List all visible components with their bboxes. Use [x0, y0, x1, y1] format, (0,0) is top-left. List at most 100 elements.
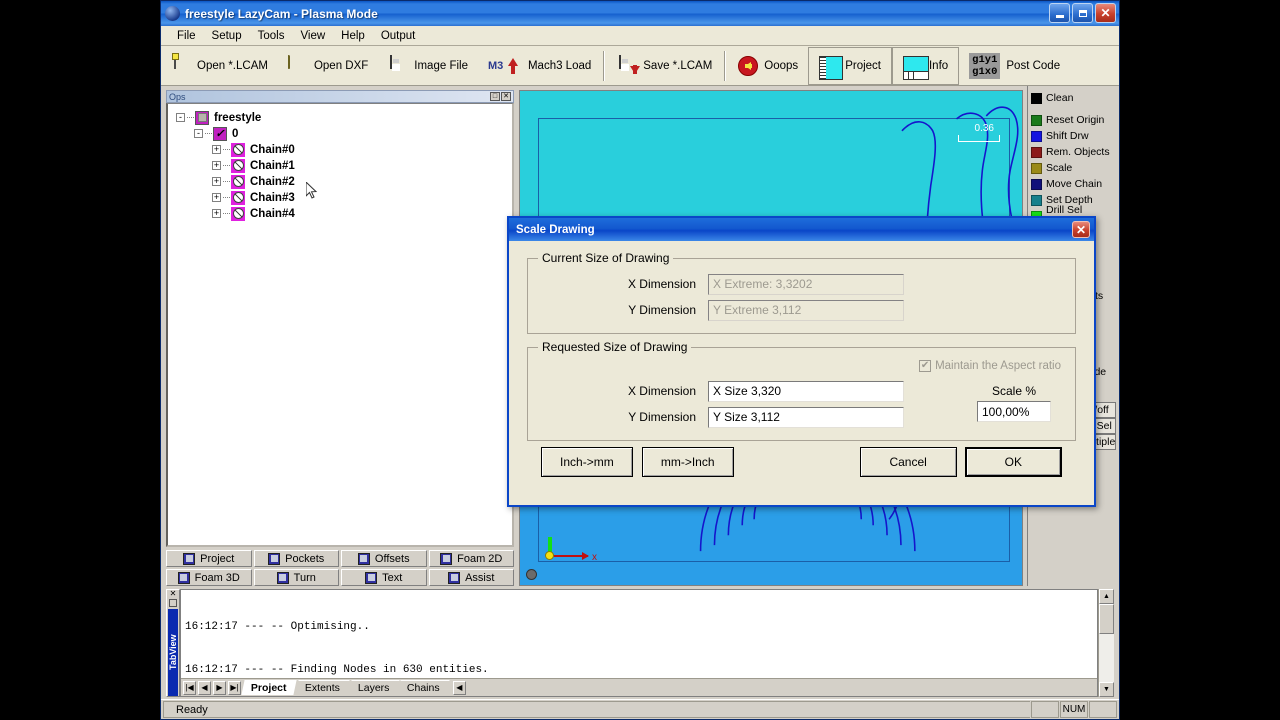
tree-expander-chain-0[interactable]: + [212, 145, 221, 154]
tree-expander-chain-1[interactable]: + [212, 161, 221, 170]
ops-tab-foam-3d[interactable]: Foam 3D [166, 569, 252, 586]
aspect-checkbox-icon[interactable]: ✔ [919, 360, 932, 372]
tree-expander-freestyle[interactable]: - [176, 113, 185, 122]
close-button[interactable]: ✕ [1095, 3, 1116, 23]
toolbar-post-code-button[interactable]: g1y1 g1x0 Post Code [959, 49, 1070, 83]
palette-move-chain[interactable]: Move Chain [1031, 176, 1117, 192]
tree-expander-chain-2[interactable]: + [212, 177, 221, 186]
log-tab-layers[interactable]: Layers [348, 680, 399, 695]
ops-restore-icon[interactable]: □ [490, 92, 500, 101]
toolbar-info-button[interactable]: Info [893, 49, 958, 83]
scroll-track[interactable] [1099, 604, 1114, 682]
palette-rem-objects[interactable]: Rem. Objects [1031, 144, 1117, 160]
palette-clean[interactable]: Clean [1031, 90, 1117, 106]
menu-view[interactable]: View [292, 28, 333, 44]
toolbar-ooops-button[interactable]: Ooops [728, 49, 808, 83]
palette-shift-drw[interactable]: Shift Drw [1031, 128, 1117, 144]
ops-tab-offsets[interactable]: Offsets [341, 550, 427, 567]
ops-tab-text-label: Text [382, 571, 403, 584]
ops-tab-project[interactable]: Project [166, 550, 252, 567]
log-nav-first-button[interactable]: |◀ [183, 680, 196, 695]
toolbar-post-code-label: Post Code [1006, 59, 1061, 72]
minimize-button[interactable] [1049, 3, 1070, 23]
log-lines: 16:12:17 --- -- Optimising.. 16:12:17 --… [181, 590, 1097, 678]
tree-swatch-chain-1[interactable] [231, 158, 245, 173]
ok-button[interactable]: OK [964, 447, 1062, 477]
tree-swatch-chain-2[interactable] [231, 174, 245, 189]
inch-to-mm-button[interactable]: Inch->mm [541, 447, 633, 477]
ops-tab-offsets-label: Offsets [374, 552, 410, 565]
toolbar-open-lcam-button[interactable]: Open *.LCAM [161, 49, 278, 83]
requested-y-input[interactable]: Y Size 3,112 [708, 406, 904, 428]
tree-node-chain-3[interactable]: + Chain#3 [172, 190, 508, 205]
ops-tab-foam-2d[interactable]: Foam 2D [428, 550, 514, 567]
tree-swatch-chain-3[interactable] [231, 190, 245, 205]
post-code-line2: g1x0 [972, 65, 998, 78]
menu-setup[interactable]: Setup [204, 28, 250, 44]
tree-expander-chain-3[interactable]: + [212, 193, 221, 202]
log-nav-last-button[interactable]: ▶| [228, 680, 241, 695]
log-output-box[interactable]: 16:12:17 --- -- Optimising.. 16:12:17 --… [180, 589, 1098, 697]
menu-output[interactable]: Output [373, 28, 424, 44]
scale-drawing-dialog[interactable]: Scale Drawing ✕ Current Size of Drawing … [507, 216, 1096, 507]
log-tab-chains[interactable]: Chains [397, 680, 450, 695]
aspect-checkbox-label: Maintain the Aspect ratio [935, 360, 1061, 372]
corner-handle-dot[interactable] [526, 569, 537, 580]
log-tab-overflow-button[interactable]: ◀ [452, 680, 466, 695]
scroll-thumb[interactable] [1099, 604, 1114, 634]
ops-tab-pockets-label: Pockets [285, 552, 325, 565]
tree-node-chain-0[interactable]: + Chain#0 [172, 142, 508, 157]
toolbar-open-dxf-button[interactable]: Open DXF [278, 49, 378, 83]
menu-file[interactable]: File [169, 28, 204, 44]
restore-button[interactable] [1072, 3, 1093, 23]
tree-node-chain-1[interactable]: + Chain#1 [172, 158, 508, 173]
ops-tab-assist[interactable]: Assist [428, 569, 514, 586]
project-tree[interactable]: - freestyle - ✓ 0 + Chain#0 + Chain#1 + … [166, 103, 514, 547]
floppy-disk-icon [388, 54, 408, 76]
log-tab-extents[interactable]: Extents [295, 680, 350, 695]
ops-close-icon[interactable]: ✕ [501, 92, 511, 101]
tabview-restore-icon[interactable] [169, 599, 177, 607]
tabview-close-icon[interactable]: ✕ [170, 590, 177, 598]
tree-expander-chain-4[interactable]: + [212, 209, 221, 218]
dialog-close-button[interactable]: ✕ [1072, 221, 1090, 238]
toolbar-project-button[interactable]: Project [809, 49, 891, 83]
menu-help[interactable]: Help [333, 28, 373, 44]
scale-percent-input[interactable]: 100,00% [977, 401, 1051, 422]
scroll-down-button[interactable]: ▼ [1099, 682, 1114, 697]
toolbar-image-file-button[interactable]: Image File [378, 49, 478, 83]
scroll-up-button[interactable]: ▲ [1099, 589, 1114, 604]
log-nav-next-button[interactable]: ▶ [213, 680, 226, 695]
tree-checkbox-layer-0[interactable]: ✓ [213, 126, 227, 141]
palette-reset-origin[interactable]: Reset Origin [1031, 112, 1117, 128]
cancel-button[interactable]: Cancel [859, 447, 957, 477]
toolbar-ooops-label: Ooops [764, 59, 799, 72]
tree-node-layer-0[interactable]: - ✓ 0 [172, 126, 508, 141]
toolbar-mach3-load-button[interactable]: M3 Mach3 Load [478, 49, 601, 83]
turn-tab-icon [276, 571, 289, 584]
ops-tab-text[interactable]: Text [341, 569, 427, 586]
log-vertical-scrollbar[interactable]: ▲ ▼ [1098, 589, 1114, 697]
palette-scale[interactable]: Scale [1031, 160, 1117, 176]
tree-node-chain-2[interactable]: + Chain#2 [172, 174, 508, 189]
log-nav-prev-button[interactable]: ◀ [198, 680, 211, 695]
mach3-load-icon: M3 [488, 56, 522, 76]
menu-tools[interactable]: Tools [250, 28, 293, 44]
tree-node-freestyle[interactable]: - freestyle [172, 110, 508, 125]
mm-to-inch-button[interactable]: mm->Inch [641, 447, 734, 477]
tree-swatch-chain-4[interactable] [231, 206, 245, 221]
tree-node-chain-4[interactable]: + Chain#4 [172, 206, 508, 221]
ops-tab-project-label: Project [200, 552, 235, 565]
requested-x-input[interactable]: X Size 3,320 [708, 380, 904, 402]
ops-tab-turn[interactable]: Turn [253, 569, 339, 586]
tree-swatch-chain-0[interactable] [231, 142, 245, 157]
maintain-aspect-ratio-checkbox[interactable]: ✔ Maintain the Aspect ratio [919, 360, 1061, 372]
new-document-icon [171, 54, 191, 76]
toolbar-project-group: Project [808, 46, 892, 85]
toolbar-save-lcam-button[interactable]: Save *.LCAM [607, 49, 722, 83]
tree-swatch-freestyle[interactable] [195, 110, 209, 125]
foam-2d-tab-icon [440, 552, 453, 565]
ops-tab-pockets[interactable]: Pockets [253, 550, 339, 567]
log-tab-project[interactable]: Project [241, 680, 297, 695]
tree-expander-layer-0[interactable]: - [194, 129, 203, 138]
